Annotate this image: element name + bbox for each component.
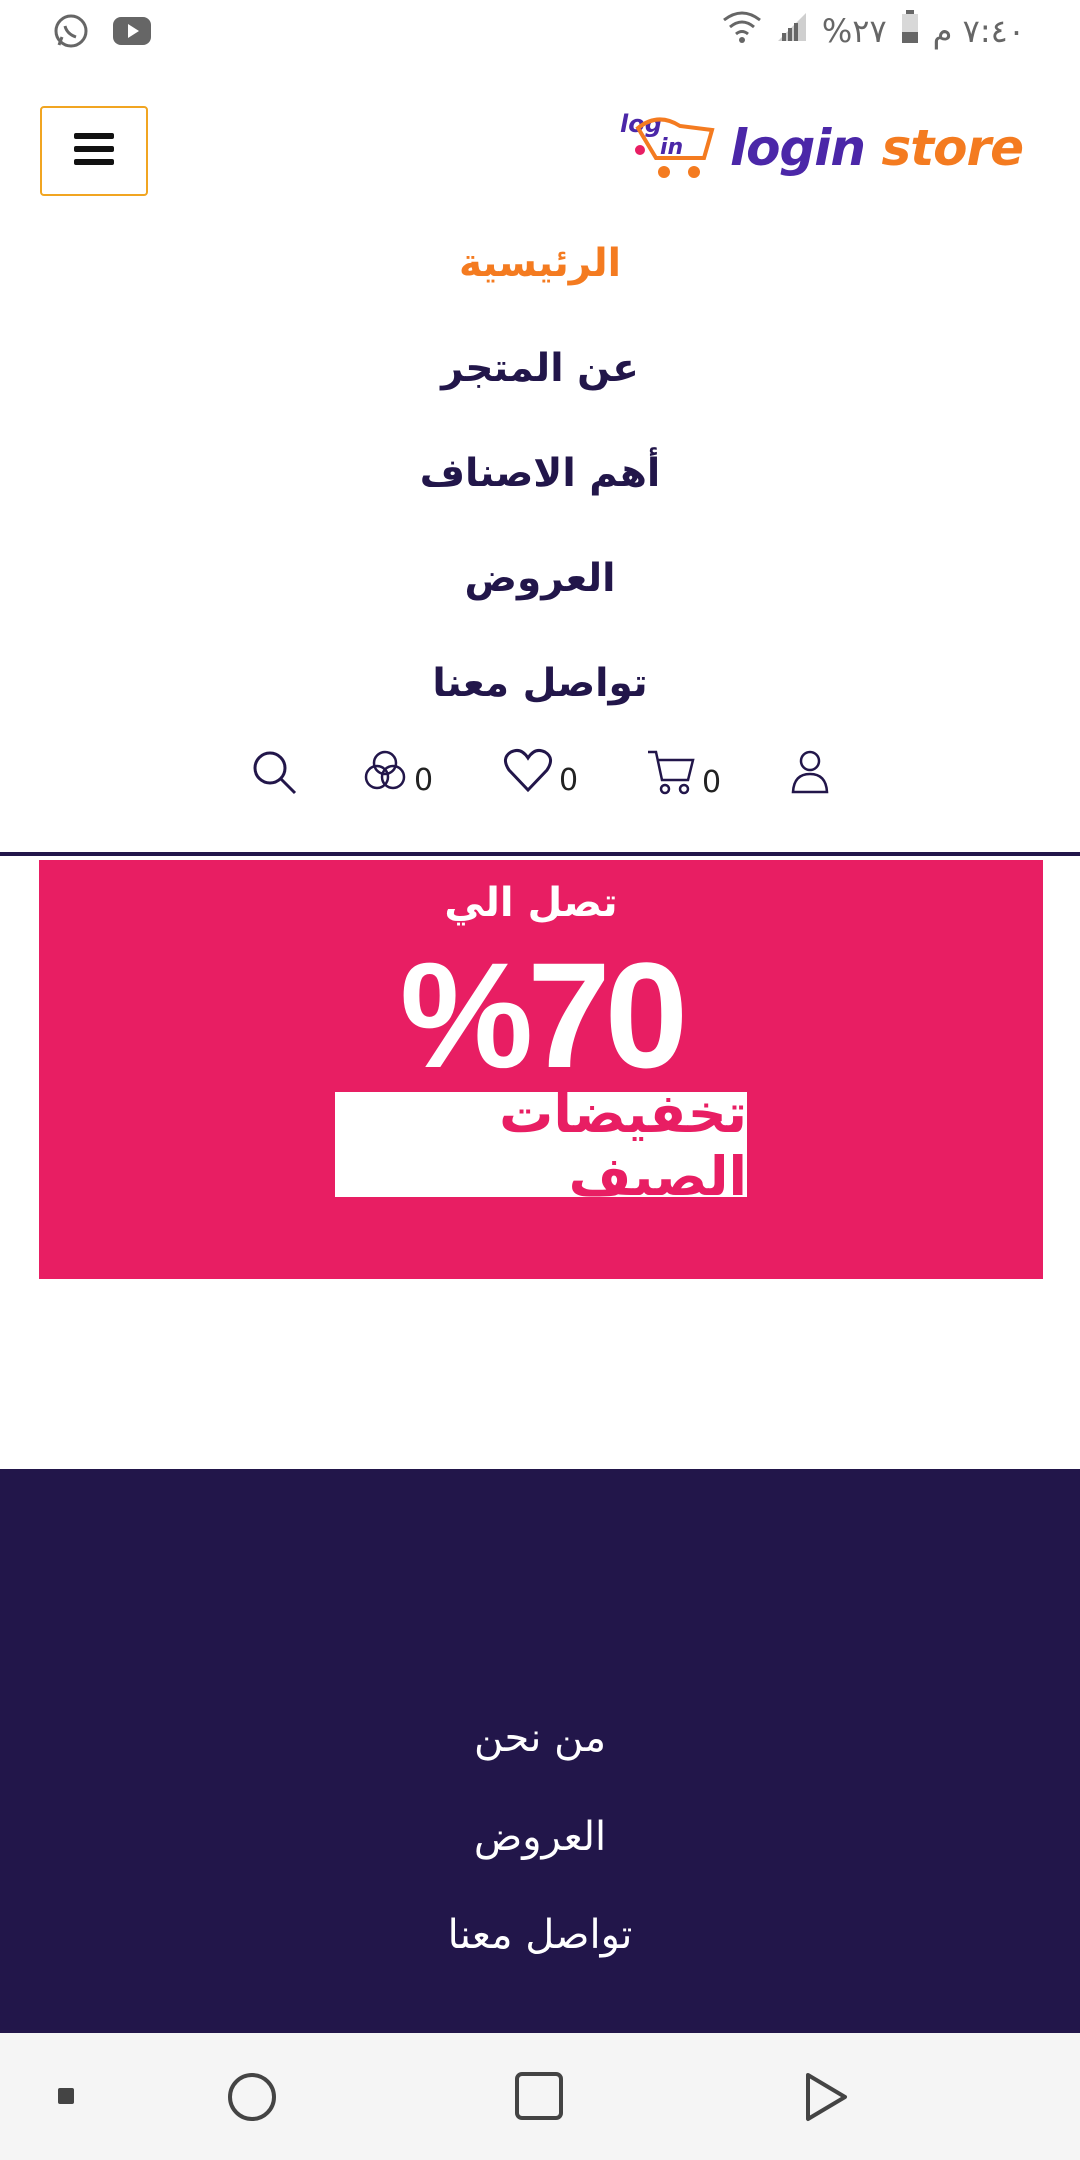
- home-circle-icon[interactable]: [226, 2071, 278, 2127]
- compare-count: 0: [414, 763, 434, 798]
- whatsapp-icon: [52, 12, 90, 54]
- clock: ٧:٤٠ م: [932, 12, 1025, 50]
- dot-icon[interactable]: [58, 2088, 74, 2108]
- banner-top-text: تصل الي: [444, 880, 618, 926]
- store-logo[interactable]: log in login store: [618, 110, 1024, 186]
- recents-square-icon[interactable]: [514, 2071, 564, 2125]
- compare-icon: [362, 748, 408, 798]
- main-nav: الرئيسية عن المتجر أهم الاصناف العروض تو…: [0, 228, 1080, 753]
- signal-icon: [776, 11, 808, 51]
- search-icon: [250, 748, 298, 800]
- header-divider: [0, 852, 1080, 856]
- wifi-icon: [722, 10, 762, 52]
- footer-link-about[interactable]: من نحن: [0, 1715, 1080, 1761]
- wishlist-button[interactable]: 0: [503, 748, 578, 798]
- hamburger-menu-button[interactable]: [40, 106, 148, 196]
- compare-button[interactable]: 0: [362, 748, 433, 798]
- wishlist-count: 0: [559, 763, 579, 798]
- cart-count: 0: [702, 765, 722, 800]
- battery-percent: ٢٧%: [821, 12, 887, 50]
- logo-cart-icon: log in: [618, 110, 718, 186]
- search-button[interactable]: [250, 748, 298, 800]
- banner-caption: تخفيضات الصيف: [499, 1081, 747, 1208]
- nav-item-home[interactable]: الرئيسية: [0, 228, 1080, 333]
- system-nav-bar: [0, 2033, 1080, 2160]
- account-button[interactable]: [790, 748, 830, 798]
- nav-item-offers[interactable]: العروض: [0, 543, 1080, 648]
- status-bar: ٢٧% ٧:٤٠ م: [0, 0, 1080, 64]
- user-icon: [790, 748, 830, 798]
- header-actions: 0 0 0: [0, 748, 1080, 808]
- heart-icon: [503, 748, 553, 798]
- banner-caption-box: تخفيضات الصيف: [335, 1082, 747, 1208]
- back-triangle-icon[interactable]: [803, 2071, 849, 2127]
- logo-store-text: store: [881, 119, 1024, 177]
- nav-item-top-categories[interactable]: أهم الاصناف: [0, 438, 1080, 543]
- nav-item-contact-us[interactable]: تواصل معنا: [0, 648, 1080, 753]
- hamburger-icon: [74, 132, 114, 170]
- battery-icon: [901, 10, 919, 52]
- cart-button[interactable]: 0: [646, 748, 721, 800]
- footer-link-contact[interactable]: تواصل معنا: [0, 1912, 1080, 1958]
- site-footer: من نحن العروض تواصل معنا: [0, 1469, 1080, 2033]
- logo-login-text: login: [730, 119, 866, 177]
- nav-item-about-store[interactable]: عن المتجر: [0, 333, 1080, 438]
- footer-link-offers[interactable]: العروض: [0, 1814, 1080, 1860]
- cart-icon: [646, 748, 696, 800]
- summer-sale-banner[interactable]: تصل الي %70 تخفيضات الصيف: [39, 860, 1043, 1279]
- logo-wordmark: login store: [730, 119, 1024, 177]
- youtube-icon: [112, 16, 152, 50]
- banner-discount: %70: [399, 931, 688, 1099]
- svg-text:in: in: [660, 135, 683, 160]
